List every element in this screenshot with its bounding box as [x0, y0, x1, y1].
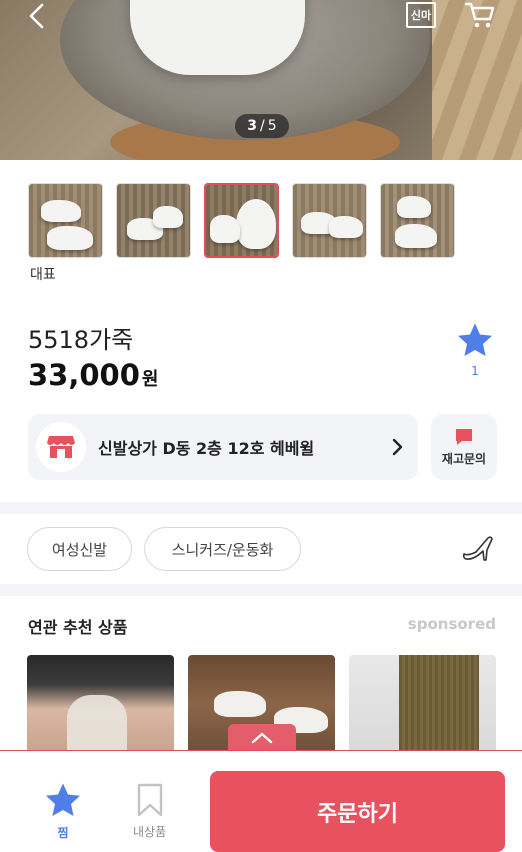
sinma-label: 신마 — [410, 9, 432, 22]
category-tag[interactable]: 여성신발 — [27, 527, 132, 571]
stock-inquiry-label: 재고문의 — [441, 451, 487, 466]
chat-bubble-icon — [456, 428, 472, 445]
page-current: 3 — [247, 118, 258, 134]
store-icon — [47, 436, 75, 458]
chevron-right-icon — [392, 438, 403, 456]
related-product-card[interactable] — [349, 655, 496, 753]
store-icon-wrap — [36, 422, 86, 472]
sinma-button[interactable]: 신마 — [406, 2, 436, 28]
store-link[interactable]: 신발상가 D동 2층 12호 헤베윌 — [28, 414, 418, 480]
sponsored-label: sponsored — [407, 615, 496, 633]
thumbnail[interactable] — [116, 183, 191, 258]
product-price: 33,000 원 — [28, 358, 158, 392]
order-button[interactable]: 주문하기 — [210, 771, 505, 852]
thumbnail[interactable] — [292, 183, 367, 258]
section-divider — [0, 502, 522, 514]
page-separator: / — [260, 118, 265, 134]
thumbnail-strip — [28, 183, 455, 258]
main-image-label: 대표 — [30, 267, 56, 283]
wishlist-label: 찜 — [57, 826, 69, 840]
store-name: 신발상가 D동 2층 12호 헤베윌 — [98, 439, 315, 458]
wishlist-button[interactable]: 찜 — [44, 782, 82, 841]
thumbnail[interactable] — [28, 183, 103, 258]
favorite-button[interactable] — [456, 322, 494, 358]
star-icon — [46, 783, 80, 816]
chevron-up-icon — [251, 732, 273, 743]
page-total: 5 — [267, 118, 277, 134]
bookmark-icon — [137, 783, 162, 817]
my-products-button[interactable]: 내상품 — [133, 783, 166, 840]
back-button[interactable] — [24, 2, 52, 30]
product-shoe-image — [130, 0, 305, 75]
thumbnail-selected[interactable] — [204, 183, 279, 258]
order-label: 주문하기 — [317, 801, 398, 827]
stock-inquiry-button[interactable]: 재고문의 — [431, 414, 497, 480]
product-name: 5518가죽 — [28, 326, 134, 354]
my-products-label: 내상품 — [133, 825, 167, 839]
price-unit: 원 — [141, 369, 159, 390]
category-tag-label: 여성신발 — [51, 540, 108, 559]
favorite-count: 1 — [471, 364, 479, 378]
star-icon — [458, 323, 492, 356]
image-page-indicator: 3 / 5 — [235, 114, 289, 138]
category-tag[interactable]: 스니커즈/운동화 — [144, 527, 301, 571]
chevron-left-icon — [29, 3, 44, 29]
thumbnail[interactable] — [380, 183, 455, 258]
category-tag-label: 스니커즈/운동화 — [171, 540, 274, 559]
related-product-card[interactable] — [27, 655, 174, 753]
price-value: 33,000 — [28, 358, 140, 392]
cart-icon — [464, 2, 495, 28]
high-heel-icon — [462, 536, 493, 561]
section-divider — [0, 584, 522, 596]
collapse-button[interactable] — [228, 724, 296, 751]
related-products-title: 연관 추천 상품 — [28, 618, 128, 637]
cart-button[interactable] — [464, 0, 496, 30]
